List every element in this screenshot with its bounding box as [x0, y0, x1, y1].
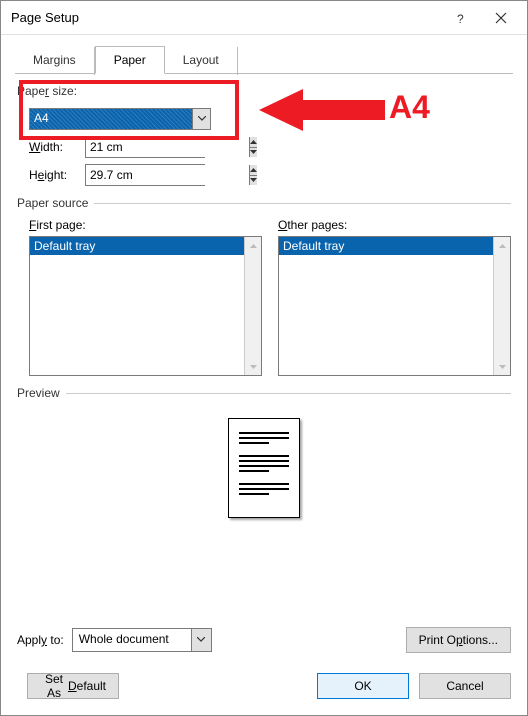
help-icon: ? — [455, 10, 467, 26]
other-pages-listbox[interactable]: Default tray — [278, 236, 511, 376]
paper-size-value: A4 — [30, 109, 192, 129]
paper-source-group: Paper source First page: Default tray — [17, 196, 511, 376]
scrollbar[interactable] — [244, 237, 261, 375]
paper-size-dropdown-button[interactable] — [192, 109, 210, 129]
chevron-down-icon — [197, 637, 205, 643]
other-pages-label: Other pages: — [278, 218, 511, 232]
first-page-column: First page: Default tray — [29, 218, 262, 376]
svg-text:?: ? — [457, 12, 464, 26]
height-spin-up[interactable] — [250, 165, 257, 176]
set-as-default-button[interactable]: Set As Default — [27, 673, 119, 699]
caret-down-icon — [250, 178, 257, 182]
caret-up-icon — [250, 244, 257, 248]
tab-bar: Margins Paper Layout — [1, 35, 527, 73]
caret-up-icon — [499, 244, 506, 248]
apply-to-label: Apply to: — [17, 633, 64, 647]
scroll-up[interactable] — [245, 237, 261, 254]
width-spin-down[interactable] — [250, 148, 257, 158]
other-pages-column: Other pages: Default tray — [278, 218, 511, 376]
ok-button[interactable]: OK — [317, 673, 409, 699]
paper-source-legend: Paper source — [17, 196, 94, 210]
first-page-listbox[interactable]: Default tray — [29, 236, 262, 376]
divider — [94, 203, 511, 204]
scrollbar[interactable] — [493, 237, 510, 375]
page-preview-thumbnail — [228, 418, 300, 518]
width-spinner[interactable] — [85, 136, 205, 158]
page-setup-dialog: Page Setup ? Margins Paper Layout A4 Pap… — [0, 0, 528, 716]
height-input[interactable] — [86, 165, 249, 185]
apply-to-dropdown-button[interactable] — [191, 629, 211, 651]
dialog-title: Page Setup — [11, 10, 441, 25]
width-input[interactable] — [86, 137, 249, 157]
height-spinner[interactable] — [85, 164, 205, 186]
paper-size-group: Paper size: A4 Width: — [17, 84, 511, 186]
first-page-label: First page: — [29, 218, 262, 232]
width-spin-up[interactable] — [250, 137, 257, 148]
paper-size-dropdown[interactable]: A4 — [29, 108, 211, 130]
apply-to-value: Whole document — [73, 629, 191, 651]
apply-to-dropdown[interactable]: Whole document — [72, 628, 212, 652]
tab-paper[interactable]: Paper — [95, 46, 165, 74]
caret-up-icon — [250, 140, 257, 144]
scroll-down[interactable] — [245, 358, 261, 375]
content-area: Paper size: A4 Width: — [1, 74, 527, 558]
scroll-up[interactable] — [494, 237, 510, 254]
cancel-button[interactable]: Cancel — [419, 673, 511, 699]
chevron-down-icon — [198, 116, 206, 122]
height-spin-down[interactable] — [250, 176, 257, 186]
close-button[interactable] — [481, 3, 521, 33]
caret-up-icon — [250, 168, 257, 172]
help-button[interactable]: ? — [441, 3, 481, 33]
caret-down-icon — [250, 365, 257, 369]
paper-size-legend: Paper size: — [17, 84, 77, 98]
caret-down-icon — [250, 150, 257, 154]
tab-layout[interactable]: Layout — [165, 47, 238, 75]
height-label: Height: — [29, 168, 85, 182]
list-item[interactable]: Default tray — [279, 237, 493, 255]
caret-down-icon — [499, 365, 506, 369]
divider — [66, 393, 511, 394]
width-label: Width: — [29, 140, 85, 154]
scroll-down[interactable] — [494, 358, 510, 375]
dialog-footer: Apply to: Whole document Print Options..… — [1, 619, 527, 715]
close-icon — [495, 12, 507, 24]
titlebar: Page Setup ? — [1, 1, 527, 35]
tab-margins[interactable]: Margins — [15, 47, 95, 75]
preview-legend: Preview — [17, 386, 66, 400]
preview-group: Preview — [17, 386, 511, 538]
print-options-button[interactable]: Print Options... — [406, 627, 511, 653]
list-item[interactable]: Default tray — [30, 237, 244, 255]
tab-underline — [15, 73, 513, 74]
